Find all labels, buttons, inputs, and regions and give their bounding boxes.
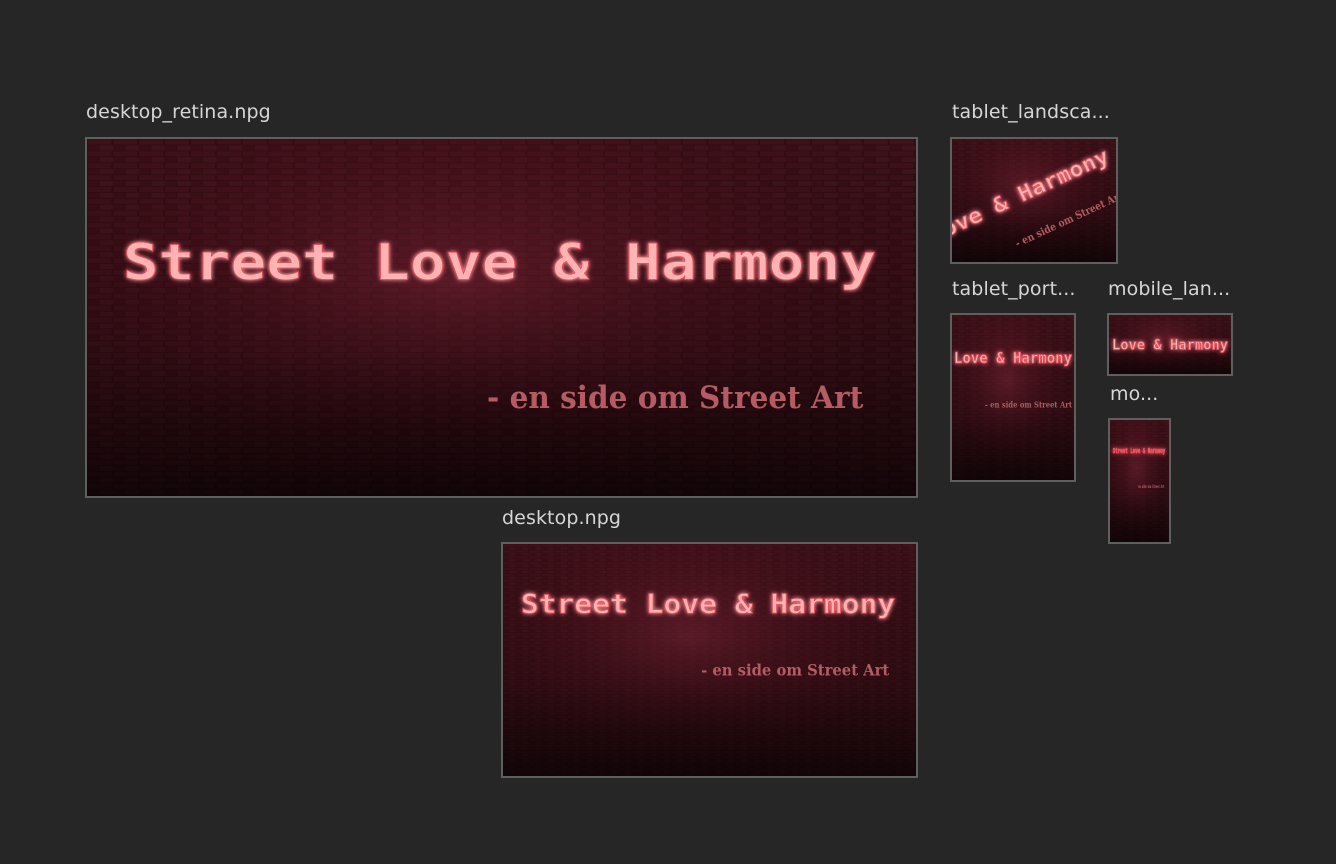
- artboard-label-desktop[interactable]: desktop.npg: [502, 507, 802, 529]
- artboard-mobile-landscape[interactable]: Love & Harmony: [1107, 313, 1233, 376]
- hero-subtitle: en side om Street Art: [1138, 484, 1165, 490]
- artboard-tablet-portrait[interactable]: Love & Harmony - en side om Street Art: [950, 313, 1076, 482]
- artboard-mobile-portrait[interactable]: Street Love & Harmony en side om Street …: [1108, 418, 1171, 544]
- artboard-preview: Love & Harmony: [1109, 315, 1231, 374]
- artboard-preview: Street Love & Harmony - en side om Stree…: [87, 139, 916, 496]
- artboard-preview: Love & Harmony - en side om Street Art: [952, 139, 1116, 262]
- artboard-preview: Street Love & Harmony - en side om Stree…: [503, 544, 916, 776]
- hero-title: Love & Harmony: [1112, 338, 1229, 354]
- hero-subtitle: - en side om Street Art: [701, 661, 890, 680]
- artboard-label-mobile-portrait[interactable]: mo...: [1110, 383, 1180, 405]
- artboard-label-tablet-portrait[interactable]: tablet_port...: [952, 278, 1078, 300]
- hero-subtitle: - en side om Street Art: [985, 401, 1072, 411]
- hero-title: Street Love & Harmony: [521, 589, 895, 620]
- design-canvas: desktop_retina.npg Street Love & Harmony…: [0, 0, 1336, 864]
- artboard-label-tablet-landscape[interactable]: tablet_landsca...: [952, 101, 1122, 123]
- hero-title: Love & Harmony: [954, 350, 1072, 367]
- artboard-tablet-landscape[interactable]: Love & Harmony - en side om Street Art: [950, 137, 1118, 264]
- artboard-label-desktop-retina[interactable]: desktop_retina.npg: [86, 101, 386, 123]
- artboard-preview: Love & Harmony - en side om Street Art: [952, 315, 1074, 480]
- hero-title: Street Love & Harmony: [1113, 447, 1165, 455]
- artboard-preview: Street Love & Harmony en side om Street …: [1110, 420, 1169, 542]
- hero-title: Street Love & Harmony: [123, 234, 876, 292]
- artboard-desktop[interactable]: Street Love & Harmony - en side om Stree…: [501, 542, 918, 778]
- hero-subtitle: - en side om Street Art: [487, 380, 864, 416]
- artboard-desktop-retina[interactable]: Street Love & Harmony - en side om Stree…: [85, 137, 918, 498]
- artboard-label-mobile-landscape[interactable]: mobile_lan...: [1108, 278, 1238, 300]
